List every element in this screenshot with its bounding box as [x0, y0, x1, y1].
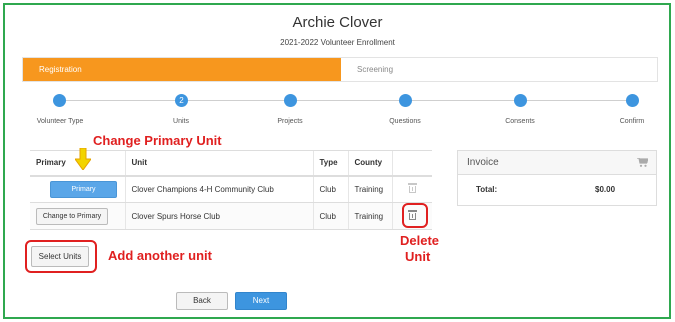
invoice-total-label: Total: [476, 185, 498, 194]
county-cell: Training [347, 202, 392, 230]
select-units-button[interactable]: Select Units [31, 246, 89, 267]
step-dot-consents[interactable] [514, 94, 527, 107]
primary-cell: Primary [30, 175, 125, 203]
annotation-delete-unit: Unit [405, 249, 431, 264]
delete-cell [391, 175, 432, 203]
primary-cell: Change to Primary [30, 202, 125, 230]
unit-cell: Clover Spurs Horse Club [124, 202, 313, 230]
cart-icon [637, 158, 648, 167]
annotation-add-unit: Add another unit [108, 248, 212, 263]
column-header-county: County [347, 150, 392, 177]
step-label-questions: Questions [389, 118, 421, 125]
annotation-delete: Delete [400, 233, 440, 248]
primary-button[interactable]: Primary [50, 180, 117, 198]
stepper-line [60, 100, 633, 101]
change-to-primary-button[interactable]: Change to Primary [36, 207, 108, 225]
step-label-volunteer-type: Volunteer Type [36, 118, 84, 125]
step-dot-volunteer-type[interactable] [53, 94, 66, 107]
invoice-title: Invoice [458, 151, 656, 175]
type-cell: Club [312, 175, 348, 203]
arrow-down-icon [75, 148, 91, 170]
step-label-confirm: Confirm [619, 118, 645, 125]
step-label-consents: Consents [505, 118, 535, 125]
invoice-panel: Invoice Total: $0.00 [457, 150, 657, 206]
tab-registration[interactable]: Registration [23, 58, 341, 81]
step-dot-questions[interactable] [399, 94, 412, 107]
tab-bar: Registration Screening [22, 57, 658, 82]
unit-cell: Clover Champions 4-H Community Club [124, 175, 313, 203]
page-title: Archie Clover [292, 14, 383, 31]
page-subtitle: 2021-2022 Volunteer Enrollment [280, 38, 395, 47]
step-dot-confirm[interactable] [626, 94, 639, 107]
invoice-total-value: $0.00 [595, 185, 616, 194]
step-dot-projects[interactable] [284, 94, 297, 107]
tab-screening[interactable]: Screening [341, 58, 657, 81]
invoice-total-row: Total: $0.00 [458, 180, 656, 200]
step-dot-units[interactable]: 2 [175, 94, 188, 107]
column-header-actions [391, 150, 432, 177]
step-label-units: Units [173, 118, 189, 125]
table-row: Primary Clover Champions 4-H Community C… [30, 175, 432, 203]
annotation-change-primary: Change Primary Unit [93, 133, 222, 148]
trash-icon [407, 183, 417, 194]
type-cell: Club [312, 202, 348, 230]
county-cell: Training [347, 175, 392, 203]
delete-highlight-ring [402, 203, 428, 228]
column-header-unit: Unit [124, 150, 313, 177]
table-row: Change to Primary Clover Spurs Horse Clu… [30, 202, 432, 230]
next-button[interactable]: Next [235, 292, 287, 310]
step-label-projects: Projects [277, 118, 303, 125]
back-button[interactable]: Back [176, 292, 228, 310]
column-header-type: Type [312, 150, 348, 177]
